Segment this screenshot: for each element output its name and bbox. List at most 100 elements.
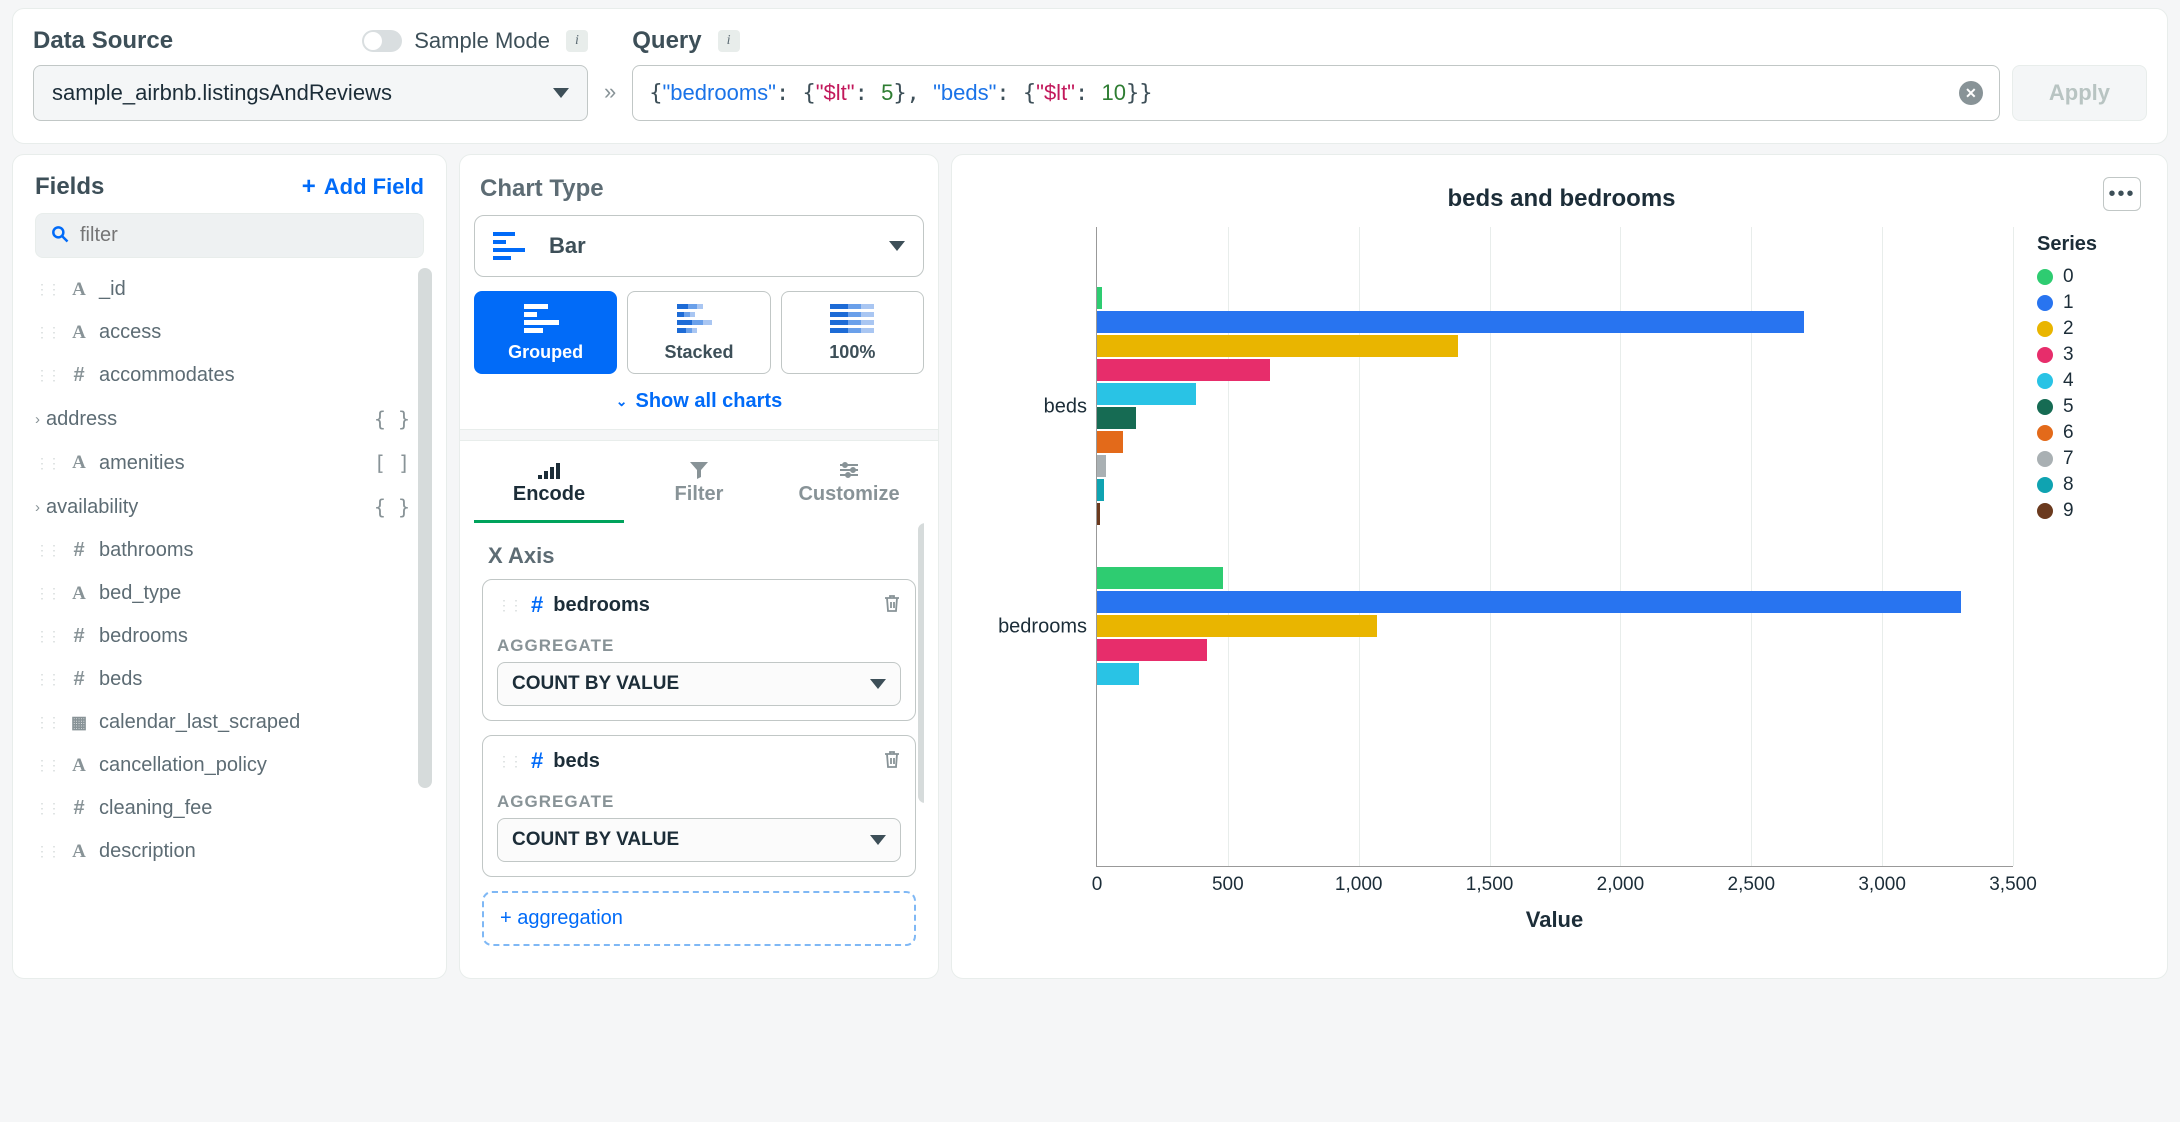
field-item[interactable]: ⋮⋮#bedrooms (35, 615, 410, 658)
encoding-card: ⋮⋮#bedsAGGREGATECOUNT BY VALUE (482, 735, 916, 877)
bar (1097, 503, 1100, 525)
delete-encoding-button[interactable] (883, 749, 901, 774)
field-item[interactable]: ⋮⋮Aaccess (35, 311, 410, 354)
field-name: bedrooms (99, 625, 188, 648)
legend-item[interactable]: 0 (2037, 264, 2147, 290)
legend-item[interactable]: 9 (2037, 498, 2147, 524)
field-item[interactable]: ⋮⋮Adescription (35, 830, 410, 873)
legend-item[interactable]: 7 (2037, 446, 2147, 472)
field-item[interactable]: ›address{ } (35, 397, 410, 441)
chevron-right-icon: » (604, 79, 616, 105)
legend-item[interactable]: 2 (2037, 316, 2147, 342)
field-item[interactable]: ⋮⋮Acancellation_policy (35, 744, 410, 787)
field-item[interactable]: ⋮⋮#accommodates (35, 354, 410, 397)
legend-swatch (2037, 295, 2053, 311)
encoding-field-name: bedrooms (553, 594, 873, 617)
delete-encoding-button[interactable] (883, 593, 901, 618)
aggregate-select[interactable]: COUNT BY VALUE (497, 818, 901, 862)
add-field-button[interactable]: + Add Field (302, 173, 424, 201)
bar (1097, 311, 1804, 333)
number-type-icon: # (531, 592, 543, 618)
data-source-value: sample_airbnb.listingsAndReviews (52, 80, 392, 106)
legend-swatch (2037, 347, 2053, 363)
field-item[interactable]: ⋮⋮▦calendar_last_scraped (35, 701, 410, 744)
field-name: accommodates (99, 364, 235, 387)
field-name: description (99, 840, 196, 863)
type-badge: [ ] (374, 451, 410, 475)
chart-panel: ••• beds and bedrooms 05001,0001,5002,00… (951, 154, 2168, 979)
type-badge: { } (374, 407, 410, 431)
aggregate-select[interactable]: COUNT BY VALUE (497, 662, 901, 706)
data-source-select[interactable]: sample_airbnb.listingsAndReviews (33, 65, 588, 121)
field-name: cleaning_fee (99, 797, 212, 820)
legend-item[interactable]: 5 (2037, 394, 2147, 420)
query-block: Query i {"bedrooms": {"$lt": 5}, "beds":… (632, 27, 2147, 121)
field-name: amenities (99, 452, 185, 475)
type-badge: { } (374, 495, 410, 519)
legend-item[interactable]: 6 (2037, 420, 2147, 446)
show-all-label: Show all charts (636, 390, 783, 413)
bar (1097, 567, 1223, 589)
chart-menu-button[interactable]: ••• (2103, 177, 2141, 211)
subtype-100%[interactable]: 100% (781, 291, 924, 374)
plus-icon: + (302, 173, 316, 201)
field-item[interactable]: ⋮⋮#beds (35, 658, 410, 701)
fields-filter-box[interactable] (35, 213, 424, 258)
scrollbar-thumb[interactable] (918, 523, 924, 803)
legend-item[interactable]: 1 (2037, 290, 2147, 316)
bar (1097, 359, 1270, 381)
sample-mode-toggle[interactable] (362, 30, 402, 52)
field-item[interactable]: ›availability{ } (35, 485, 410, 529)
apply-button[interactable]: Apply (2012, 65, 2147, 121)
query-input[interactable]: {"bedrooms": {"$lt": 5}, "beds": {"$lt":… (632, 65, 2000, 121)
field-item[interactable]: ⋮⋮Aamenities[ ] (35, 441, 410, 485)
x-tick: 0 (1092, 866, 1103, 896)
legend-item[interactable]: 8 (2037, 472, 2147, 498)
chart-type-select[interactable]: Bar (474, 215, 924, 277)
add-field-label: Add Field (324, 174, 424, 200)
info-icon[interactable]: i (566, 30, 588, 52)
add-aggregation-button[interactable]: + aggregation (482, 891, 916, 946)
field-item[interactable]: ⋮⋮#cleaning_fee (35, 787, 410, 830)
field-item[interactable]: ⋮⋮#bathrooms (35, 529, 410, 572)
filter-icon (689, 459, 709, 479)
x-tick: 500 (1212, 866, 1244, 896)
tab-encode[interactable]: Encode (474, 451, 624, 523)
clear-query-button[interactable]: ✕ (1959, 81, 1983, 105)
legend-swatch (2037, 425, 2053, 441)
legend-item[interactable]: 4 (2037, 368, 2147, 394)
fields-panel: Fields + Add Field ⋮⋮A_id⋮⋮Aaccess⋮⋮#acc… (12, 154, 447, 979)
field-item[interactable]: ⋮⋮Abed_type (35, 572, 410, 615)
legend-swatch (2037, 399, 2053, 415)
encoding-card: ⋮⋮#bedroomsAGGREGATECOUNT BY VALUE (482, 579, 916, 721)
tab-customize[interactable]: Customize (774, 451, 924, 523)
field-name: beds (99, 668, 142, 691)
drag-handle-icon[interactable]: ⋮⋮ (497, 597, 521, 614)
bar (1097, 663, 1139, 685)
field-item[interactable]: ⋮⋮A_id (35, 268, 410, 311)
x-tick: 2,500 (1728, 866, 1776, 896)
query-label: Query (632, 27, 701, 55)
legend-swatch (2037, 503, 2053, 519)
bar-chart-icon (493, 232, 529, 260)
bar (1097, 335, 1458, 357)
legend-item[interactable]: 3 (2037, 342, 2147, 368)
x-axis-section-label: X Axis (488, 543, 910, 569)
encoding-field-name: beds (553, 750, 873, 773)
x-tick: 3,500 (1989, 866, 2037, 896)
field-name: bed_type (99, 582, 181, 605)
show-all-charts-button[interactable]: ⌄ Show all charts (474, 374, 924, 419)
subtype-stacked[interactable]: Stacked (627, 291, 770, 374)
search-icon (50, 224, 70, 247)
subtype-grouped[interactable]: Grouped (474, 291, 617, 374)
bar (1097, 287, 1102, 309)
tab-filter[interactable]: Filter (624, 451, 774, 523)
fields-filter-input[interactable] (80, 224, 409, 247)
chart-type-label: Chart Type (480, 175, 918, 203)
bar (1097, 591, 1961, 613)
x-tick: 1,500 (1466, 866, 1514, 896)
drag-handle-icon[interactable]: ⋮⋮ (497, 753, 521, 770)
info-icon[interactable]: i (718, 30, 740, 52)
legend-swatch (2037, 477, 2053, 493)
scrollbar-thumb[interactable] (418, 268, 432, 788)
